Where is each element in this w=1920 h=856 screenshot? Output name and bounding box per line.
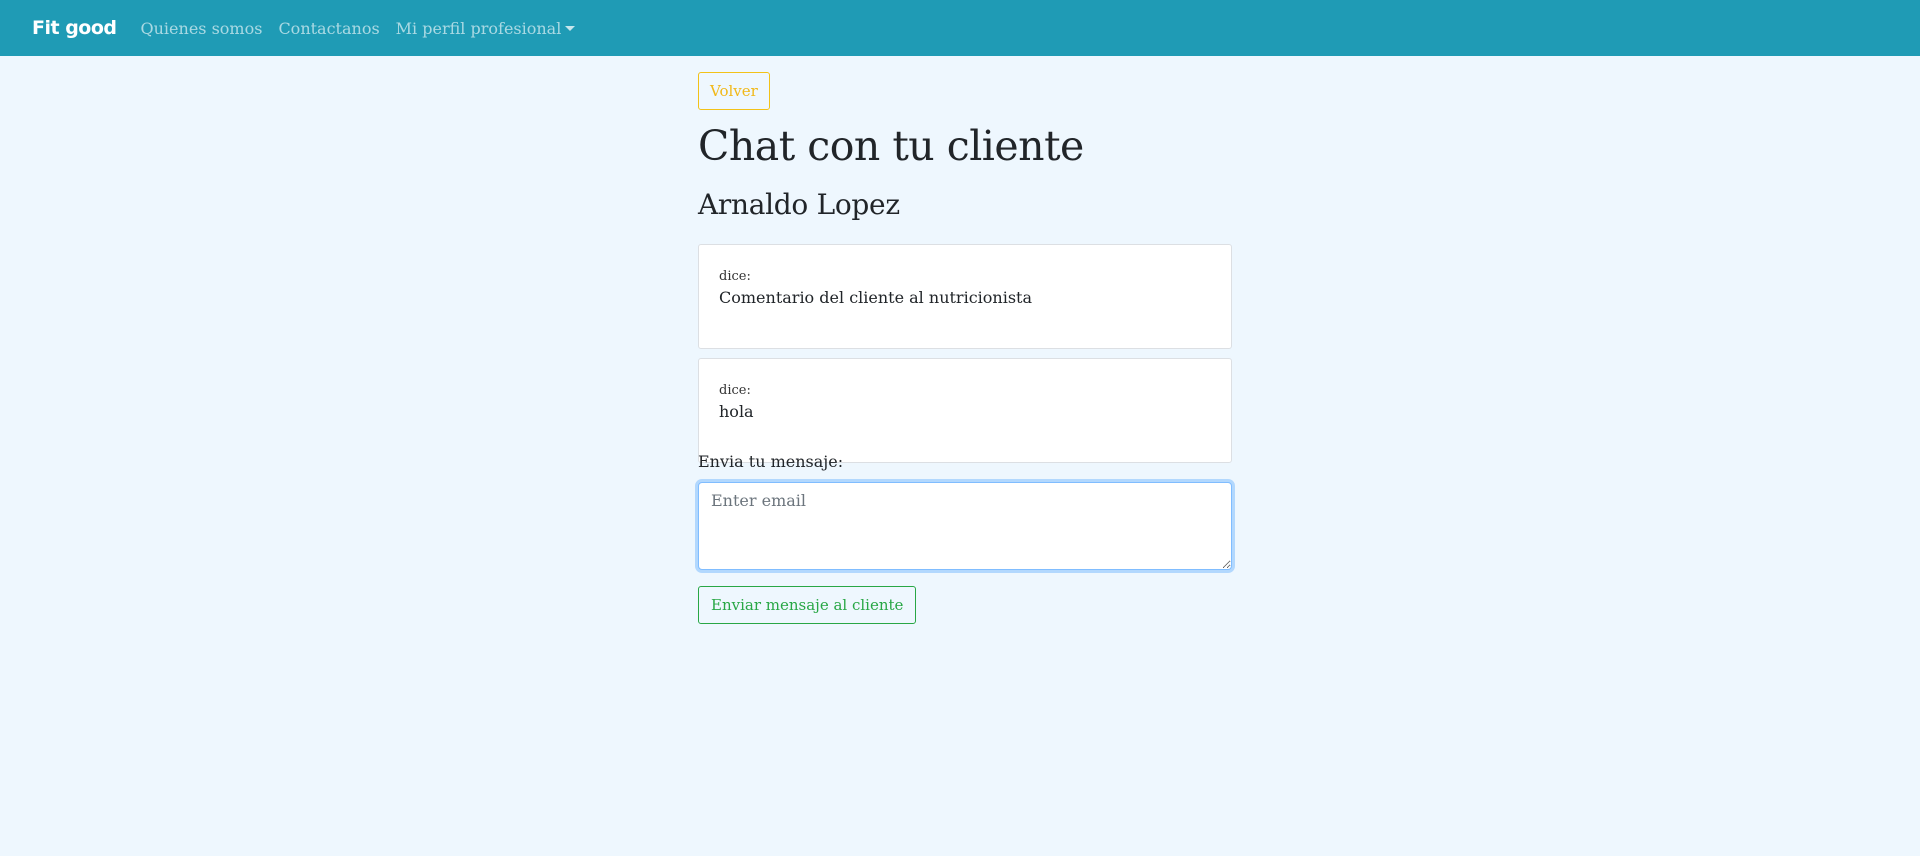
nav-dropdown-label: Mi perfil profesional	[395, 18, 562, 38]
message-card: dice: hola	[698, 358, 1232, 463]
message-author: dice:	[719, 269, 751, 284]
client-name: Arnaldo Lopez	[698, 188, 900, 221]
send-message-button[interactable]: Enviar mensaje al cliente	[698, 586, 917, 624]
nav-link-quienes-somos[interactable]: Quienes somos	[141, 19, 263, 38]
message-text: Comentario del cliente al nutricionista	[719, 288, 1032, 307]
back-button[interactable]: Volver	[698, 72, 770, 110]
message-card: dice: Comentario del cliente al nutricio…	[698, 244, 1232, 349]
message-author: dice:	[719, 383, 751, 398]
nav-dropdown-perfil[interactable]: Mi perfil profesional	[396, 19, 576, 38]
caret-down-icon	[565, 25, 576, 31]
message-input-label: Envia tu mensaje:	[698, 452, 844, 471]
message-text: hola	[719, 402, 754, 421]
brand-logo[interactable]: Fit good	[32, 17, 117, 39]
message-input[interactable]	[698, 482, 1232, 570]
nav-link-contactanos[interactable]: Contactanos	[278, 19, 379, 38]
top-navbar: Fit good Quienes somos Contactanos Mi pe…	[0, 0, 1920, 56]
page-title: Chat con tu cliente	[698, 122, 1084, 170]
